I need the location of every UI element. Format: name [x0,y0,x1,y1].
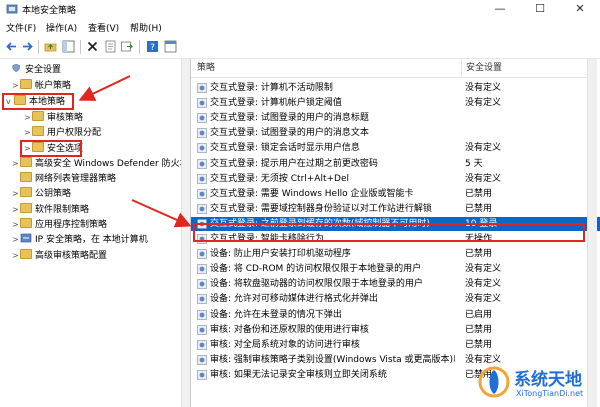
annotation-arrow [131,199,192,228]
site-watermark: 系统天地 XiTongTianDi.net [478,360,600,407]
watermark-url: XiTongTianDi.net [516,389,584,398]
annotation-arrow [78,75,131,101]
watermark-logo-icon [478,366,510,398]
annotation-arrows [78,75,192,228]
watermark-title: 系统天地 [514,370,582,390]
